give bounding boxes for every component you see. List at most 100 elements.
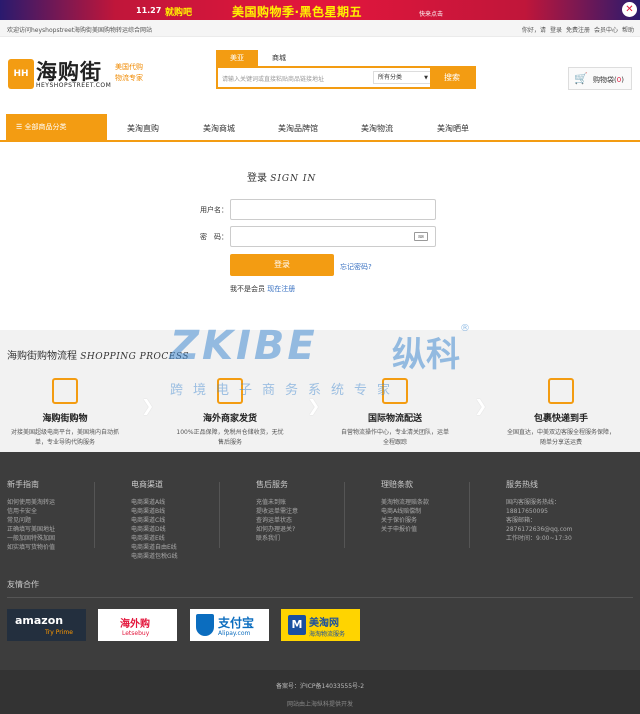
friends-divider xyxy=(7,597,633,598)
footer-col-channels: 电商渠道 电商渠道A线 电商渠道B线 电商渠道C线 电商渠道D线 电商渠道E线 … xyxy=(131,479,249,561)
promo-cta-link[interactable]: 快来点击 xyxy=(419,9,443,18)
top-bar: 欢迎访问heyshopstreet海购街美国购物转运综合网站 你好，请 登录 免… xyxy=(0,20,640,37)
help-link[interactable]: 帮助 xyxy=(622,25,634,34)
developer-credit: 网站由上海纵科提供开发 xyxy=(286,701,353,708)
warehouse-icon xyxy=(217,378,243,404)
cart-icon: 🛒 xyxy=(574,72,588,85)
logo-tagline-2: 物流专家 xyxy=(115,74,143,82)
process-step-logistics: 国际物流配送 自营物流操作中心，专业清关团队，运单全程跟踪 xyxy=(340,378,450,448)
register-link[interactable]: 现在注册 xyxy=(267,285,295,293)
arrow-right-icon: ❯ xyxy=(307,396,321,415)
footer-col-claims: 理赔条款 美淘物流理赔条款 电商A线赔偿制 关于保价服务 关于申报价值 xyxy=(381,479,499,534)
icp-record[interactable]: 备案号：沪ICP备14033555号-2 xyxy=(0,681,640,690)
search-tab-amazon[interactable]: 美亚 xyxy=(216,50,258,66)
process-step-deliver: 包裹快递到手 全国直达，中美双边客服全程服务保障，随单分享送运费 xyxy=(506,378,616,448)
footer-link[interactable]: 美淘物流理赔条款 xyxy=(381,498,499,507)
main-nav: ☰ 全部商品分类 美淘直购 美淘商城 美淘品牌馆 美淘物流 美淘晒单 xyxy=(0,114,640,142)
partner-meitao-logo[interactable]: M 美淘网 海淘物流服务 xyxy=(281,609,360,641)
footer-divider xyxy=(469,482,470,548)
footer-link[interactable]: 如何办理退关? xyxy=(256,525,374,534)
top-login-link[interactable]: 登录 xyxy=(550,25,562,34)
login-button[interactable]: 登录 xyxy=(230,254,334,276)
nav-item-brands[interactable]: 美淘品牌馆 xyxy=(278,123,318,134)
footer-link[interactable]: 电商渠道C线 xyxy=(131,516,249,525)
shopping-process: 海购街购物流程 SHOPPING PROCESS 海购街购物 对接美国超级电商平… xyxy=(0,330,640,452)
search-tabs: 美亚 商城 xyxy=(216,50,300,66)
caret-down-icon: ▼ xyxy=(424,75,428,81)
footer-link[interactable]: 如实填写货物价值 xyxy=(7,543,125,552)
footer-link[interactable]: 如何使用美淘转运 xyxy=(7,498,125,507)
greeting-text: 你好，请 xyxy=(521,27,546,34)
nav-item-mall[interactable]: 美淘商城 xyxy=(203,123,235,134)
username-label: 用户名： xyxy=(200,206,228,214)
meitao-mark-icon: M xyxy=(288,615,306,635)
hotline-number: 18817650095 xyxy=(506,508,548,515)
process-title: 海购街购物流程 SHOPPING PROCESS xyxy=(7,351,190,362)
footer-link[interactable]: 信用卡安全 xyxy=(7,507,125,516)
footer-link[interactable]: 查询运单状态 xyxy=(256,516,374,525)
footer-link[interactable]: 电商渠道包税G线 xyxy=(131,552,249,561)
footer-link[interactable]: 电商渠道A线 xyxy=(131,498,249,507)
footer-link[interactable]: 关于申报价值 xyxy=(381,525,499,534)
nav-item-direct-buy[interactable]: 美淘直购 xyxy=(127,123,159,134)
menu-icon: ☰ xyxy=(16,123,25,131)
truck-icon xyxy=(382,378,408,404)
cart-label: 购物袋(0) xyxy=(593,76,624,84)
site-logo[interactable]: HH 海购街 HEYSHOPSTREET.COM 美国代购 物流专家 xyxy=(8,56,148,92)
process-step-ship: 海外商家发货 100%正品保障，免税州仓储收货，无忧售后服务 xyxy=(175,378,285,448)
search-input[interactable]: 请输入关键词或直接粘贴商品链接地址 xyxy=(222,74,324,83)
top-register-link[interactable]: 免费注册 xyxy=(566,25,590,34)
password-input[interactable] xyxy=(230,226,436,247)
member-center-link[interactable]: 会员中心 xyxy=(594,25,618,34)
footer-link[interactable]: 电商渠道B线 xyxy=(131,507,249,516)
footer-link[interactable]: 关于保价服务 xyxy=(381,516,499,525)
cart-button[interactable]: 🛒 购物袋(0) xyxy=(568,67,632,90)
gift-box-icon xyxy=(548,378,574,404)
category-selected: 所有分类 xyxy=(378,74,403,81)
partner-alipay-logo[interactable]: 支付宝 Alipay.com xyxy=(190,609,269,641)
search-button[interactable]: 搜索 xyxy=(430,68,474,87)
all-categories-button[interactable]: ☰ 全部商品分类 xyxy=(6,114,107,140)
footer-link[interactable]: 正确填写美国地址 xyxy=(7,525,125,534)
arrow-right-icon: ❯ xyxy=(141,396,155,415)
friends-title: 友情合作 xyxy=(7,580,39,589)
footer-link[interactable]: 联系我们 xyxy=(256,534,374,543)
footer-link[interactable]: 电商渠道E线 xyxy=(131,534,249,543)
username-input[interactable] xyxy=(230,199,436,220)
footer-link[interactable]: 提收运单需注意 xyxy=(256,507,374,516)
hotline-label: 国内客服服务热线： xyxy=(506,499,561,506)
nav-item-showcase[interactable]: 美淘晒单 xyxy=(437,123,469,134)
footer-link[interactable]: 电商渠道自由E线 xyxy=(131,543,249,552)
keyboard-icon[interactable]: ⌨ xyxy=(414,232,428,241)
footer-divider xyxy=(344,482,345,548)
footer-link[interactable]: 一般加固特殊加固 xyxy=(7,534,125,543)
top-links: 你好，请 登录 免费注册 会员中心 帮助 xyxy=(522,25,634,34)
partner-amazon-logo[interactable]: amazon Try Prime xyxy=(7,609,86,641)
search-box: 请输入关键词或直接粘贴商品链接地址 所有分类 ▼ 搜索 xyxy=(216,66,476,89)
email-address[interactable]: 2876172636@qq.com xyxy=(506,525,624,534)
search-tab-mall[interactable]: 商城 xyxy=(258,50,300,66)
register-prompt: 我不是会员 现在注册 xyxy=(230,285,296,293)
footer-divider xyxy=(94,482,95,548)
footer-link[interactable]: 常见问题 xyxy=(7,516,125,525)
shopping-bag-icon xyxy=(52,378,78,404)
category-select[interactable]: 所有分类 ▼ xyxy=(373,71,433,84)
promo-banner[interactable]: 11.27 就购吧 美国购物季·黑色星期五 快来点击 ✕ xyxy=(0,0,640,20)
footer-link[interactable]: 充值未到账 xyxy=(256,498,374,507)
footer-link[interactable]: 电商A线赔偿制 xyxy=(381,507,499,516)
close-icon[interactable]: ✕ xyxy=(622,2,637,17)
welcome-text: 欢迎访问heyshopstreet海购街美国购物转运综合网站 xyxy=(7,27,153,34)
forgot-password-link[interactable]: 忘记密码? xyxy=(340,262,372,272)
arrow-right-icon: ❯ xyxy=(474,396,488,415)
nav-item-logistics[interactable]: 美淘物流 xyxy=(361,123,393,134)
footer-col-after-sales: 售后服务 充值未到账 提收运单需注意 查询运单状态 如何办理退关? 联系我们 xyxy=(256,479,374,543)
footer-link[interactable]: 电商渠道D线 xyxy=(131,525,249,534)
promo-brand: 就购吧 xyxy=(165,8,193,18)
promo-date: 11.27 xyxy=(136,6,162,15)
process-step-shop: 海购街购物 对接美国超级电商平台，美国境内自动抓单，专业导购代购服务 xyxy=(10,378,120,448)
email-label: 客服邮箱： xyxy=(506,517,537,524)
login-title: 登录 SIGN IN xyxy=(247,173,317,184)
footer-col-hotline: 服务热线 国内客服服务热线： 18817650095 客服邮箱： 2876172… xyxy=(506,479,624,543)
partner-letsebuy-logo[interactable]: 海外购 Letsebuy xyxy=(98,609,177,641)
work-hours: 工作时间：9:00~17:30 xyxy=(506,535,572,542)
